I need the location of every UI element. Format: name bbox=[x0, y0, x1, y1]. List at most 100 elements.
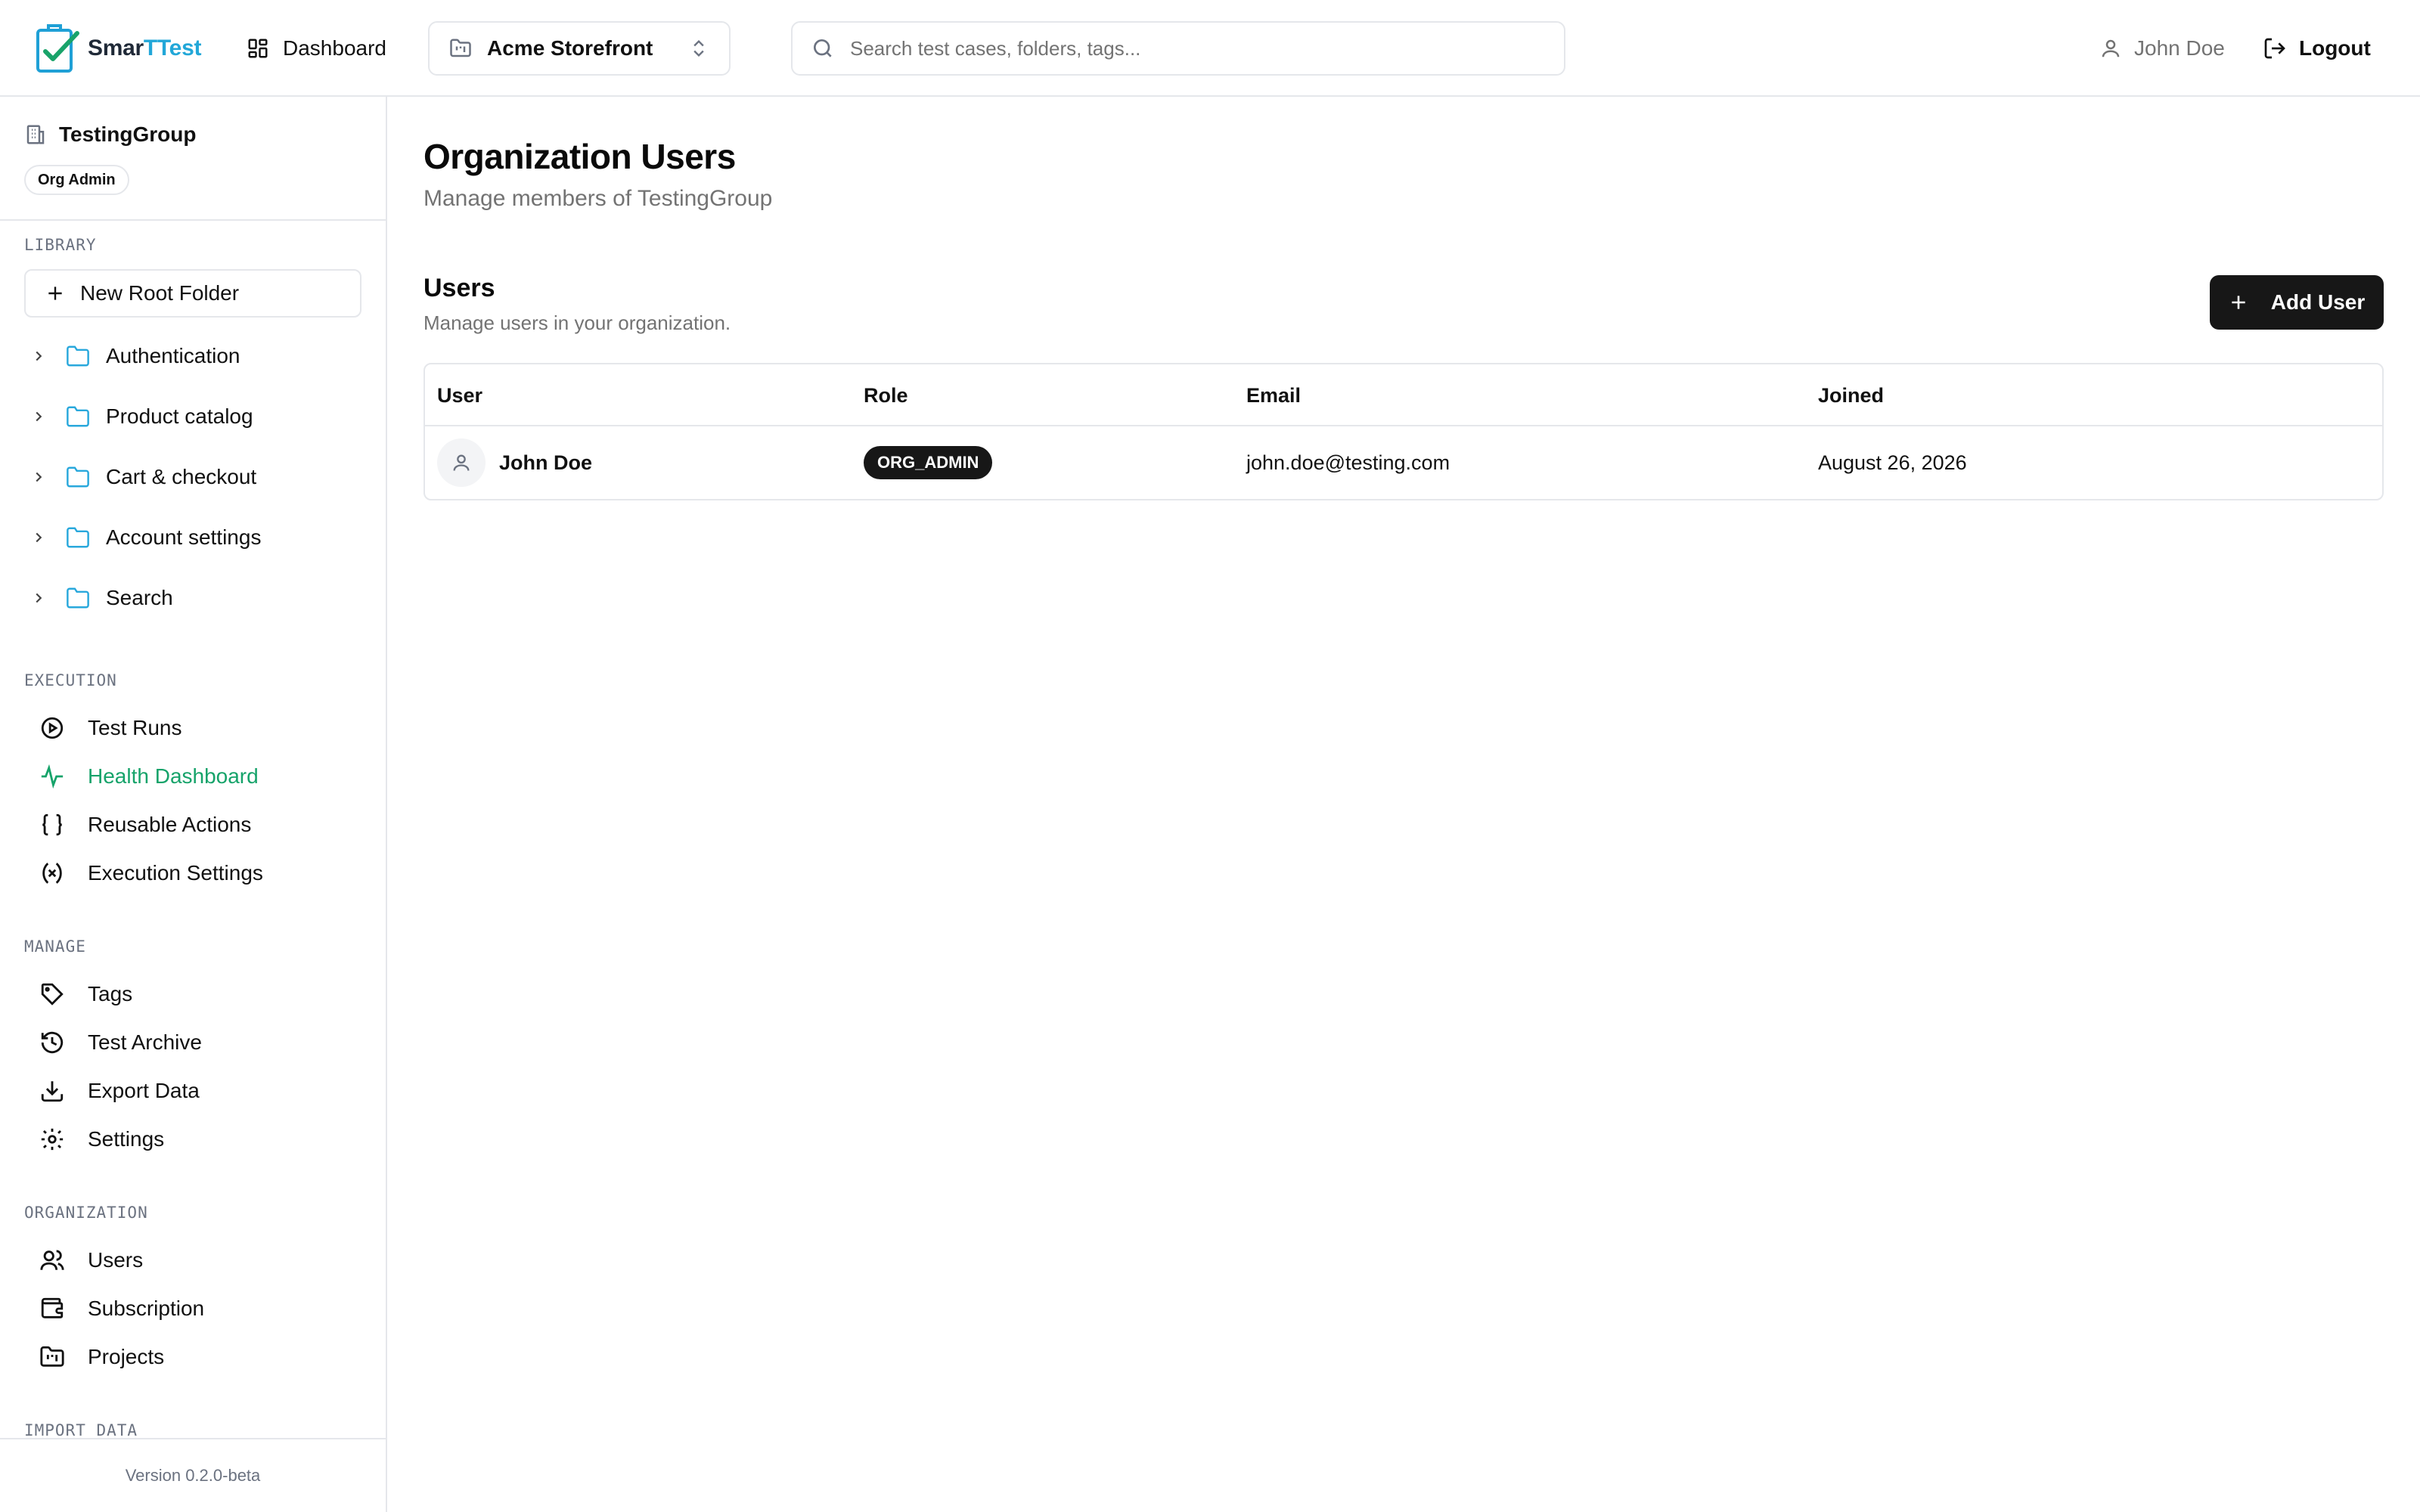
page-subtitle: Manage members of TestingGroup bbox=[424, 186, 773, 211]
column-header-role: Role bbox=[864, 383, 908, 407]
current-user-name: John Doe bbox=[2134, 36, 2225, 60]
tag-icon bbox=[41, 983, 64, 1005]
sidebar-item-export-data[interactable]: Export Data bbox=[39, 1072, 200, 1110]
folder-icon bbox=[67, 587, 89, 609]
global-search[interactable] bbox=[791, 21, 1565, 76]
section-label-manage: MANAGE bbox=[24, 937, 86, 956]
sidebar-item-users[interactable]: Users bbox=[39, 1241, 143, 1279]
search-input[interactable] bbox=[850, 36, 1546, 60]
column-header-email: Email bbox=[1246, 383, 1302, 407]
history-icon bbox=[41, 1031, 64, 1054]
chevrons-up-down-icon bbox=[693, 40, 704, 57]
building-icon bbox=[26, 125, 45, 144]
sidebar-item-label: Tags bbox=[88, 982, 133, 1005]
sidebar-item-health-dashboard[interactable]: Health Dashboard bbox=[39, 758, 259, 795]
sidebar: TestingGroup Org Admin LIBRARY New Root … bbox=[0, 97, 387, 1512]
sidebar-item-tags[interactable]: Tags bbox=[39, 975, 132, 1013]
version-label: Version 0.2.0-beta bbox=[125, 1466, 261, 1485]
org-role-badge: Org Admin bbox=[24, 165, 129, 195]
project-selector[interactable]: Acme Storefront bbox=[428, 21, 731, 76]
sidebar-item-test-runs[interactable]: Test Runs bbox=[39, 709, 182, 747]
users-card-title: Users bbox=[424, 274, 495, 302]
logo-text: SmarTTest bbox=[88, 36, 201, 61]
activity-icon bbox=[41, 764, 64, 789]
chevron-right-icon[interactable] bbox=[30, 408, 47, 425]
folder-icon bbox=[67, 345, 89, 367]
sidebar-item-label: Health Dashboard bbox=[88, 764, 259, 788]
users-table: User Role Email Joined John Doe ORG_ADMI… bbox=[424, 363, 2384, 500]
chevron-right-icon[interactable] bbox=[30, 529, 47, 546]
users-card-subtitle: Manage users in your organization. bbox=[424, 311, 731, 334]
folder-label: Account settings bbox=[106, 525, 262, 549]
logo-icon bbox=[36, 24, 79, 73]
org-name: TestingGroup bbox=[59, 122, 197, 146]
add-user-button[interactable]: Add User bbox=[2210, 275, 2384, 330]
add-user-label: Add User bbox=[2270, 290, 2366, 314]
logo-text-part2: TTest bbox=[143, 36, 202, 60]
folder-kanban-icon bbox=[450, 39, 471, 57]
plus-icon bbox=[48, 287, 62, 300]
avatar bbox=[437, 438, 486, 487]
folder-account-settings[interactable]: Account settings bbox=[30, 519, 261, 556]
sidebar-item-label: Reusable Actions bbox=[88, 813, 252, 836]
search-icon bbox=[814, 39, 832, 57]
chevron-right-icon[interactable] bbox=[30, 469, 47, 485]
folder-cart-checkout[interactable]: Cart & checkout bbox=[30, 458, 256, 496]
column-header-user: User bbox=[437, 383, 483, 407]
dashboard-icon bbox=[248, 39, 268, 58]
folder-kanban-icon bbox=[40, 1346, 64, 1367]
log-out-icon bbox=[2264, 38, 2285, 59]
folder-icon bbox=[67, 406, 89, 427]
gear-icon bbox=[41, 1128, 64, 1151]
section-label-library: LIBRARY bbox=[24, 236, 97, 254]
dashboard-link[interactable]: Dashboard bbox=[247, 30, 386, 67]
wallet-icon bbox=[41, 1297, 64, 1318]
sidebar-item-label: Projects bbox=[88, 1345, 165, 1368]
top-bar: SmarTTest Dashboard Acme Storefront John… bbox=[0, 0, 2420, 97]
folder-icon bbox=[67, 466, 89, 488]
braces-icon bbox=[42, 813, 63, 836]
folder-label: Authentication bbox=[106, 344, 240, 367]
sidebar-item-reusable-actions[interactable]: Reusable Actions bbox=[39, 806, 251, 844]
current-user[interactable]: John Doe bbox=[2099, 30, 2225, 67]
user-icon bbox=[453, 454, 470, 471]
chevron-right-icon[interactable] bbox=[30, 590, 47, 606]
chevron-right-icon[interactable] bbox=[30, 348, 47, 364]
logout-label: Logout bbox=[2299, 36, 2371, 60]
user-icon bbox=[2102, 39, 2120, 57]
sidebar-item-label: Test Archive bbox=[88, 1030, 202, 1054]
sidebar-item-subscription[interactable]: Subscription bbox=[39, 1290, 204, 1328]
play-circle-icon bbox=[41, 717, 64, 739]
role-badge: ORG_ADMIN bbox=[864, 446, 993, 479]
project-name: Acme Storefront bbox=[487, 36, 653, 60]
new-root-folder-button[interactable]: New Root Folder bbox=[24, 269, 361, 318]
sidebar-item-settings[interactable]: Settings bbox=[39, 1120, 164, 1158]
folder-icon bbox=[67, 527, 89, 548]
logo-text-part1: Smar bbox=[88, 36, 144, 60]
sidebar-item-label: Users bbox=[88, 1248, 144, 1272]
org-header: TestingGroup bbox=[24, 122, 196, 147]
table-header-row: User Role Email Joined bbox=[425, 364, 2382, 426]
sidebar-item-projects[interactable]: Projects bbox=[39, 1338, 164, 1376]
folder-authentication[interactable]: Authentication bbox=[30, 337, 240, 375]
folder-label: Cart & checkout bbox=[106, 465, 257, 488]
users-icon bbox=[40, 1250, 64, 1270]
dashboard-label: Dashboard bbox=[283, 36, 386, 60]
sidebar-item-execution-settings[interactable]: Execution Settings bbox=[39, 854, 263, 892]
folder-product-catalog[interactable]: Product catalog bbox=[30, 398, 253, 435]
logout-button[interactable]: Logout bbox=[2263, 30, 2371, 67]
section-label-organization: ORGANIZATION bbox=[24, 1204, 148, 1222]
sidebar-item-test-archive[interactable]: Test Archive bbox=[39, 1024, 202, 1061]
variable-icon bbox=[42, 863, 62, 884]
user-cell: John Doe bbox=[437, 426, 592, 499]
app-logo[interactable]: SmarTTest bbox=[35, 21, 201, 76]
table-row[interactable]: John Doe ORG_ADMIN john.doe@testing.com … bbox=[425, 426, 2382, 499]
sidebar-footer: Version 0.2.0-beta bbox=[0, 1438, 386, 1512]
folder-search[interactable]: Search bbox=[30, 579, 173, 617]
user-name-cell: John Doe bbox=[499, 451, 593, 474]
sidebar-item-label: Subscription bbox=[88, 1297, 205, 1320]
section-label-import-data: IMPORT DATA bbox=[24, 1421, 138, 1439]
sidebar-divider bbox=[0, 219, 386, 221]
column-header-joined: Joined bbox=[1818, 383, 1885, 407]
sidebar-item-label: Test Runs bbox=[88, 716, 182, 739]
